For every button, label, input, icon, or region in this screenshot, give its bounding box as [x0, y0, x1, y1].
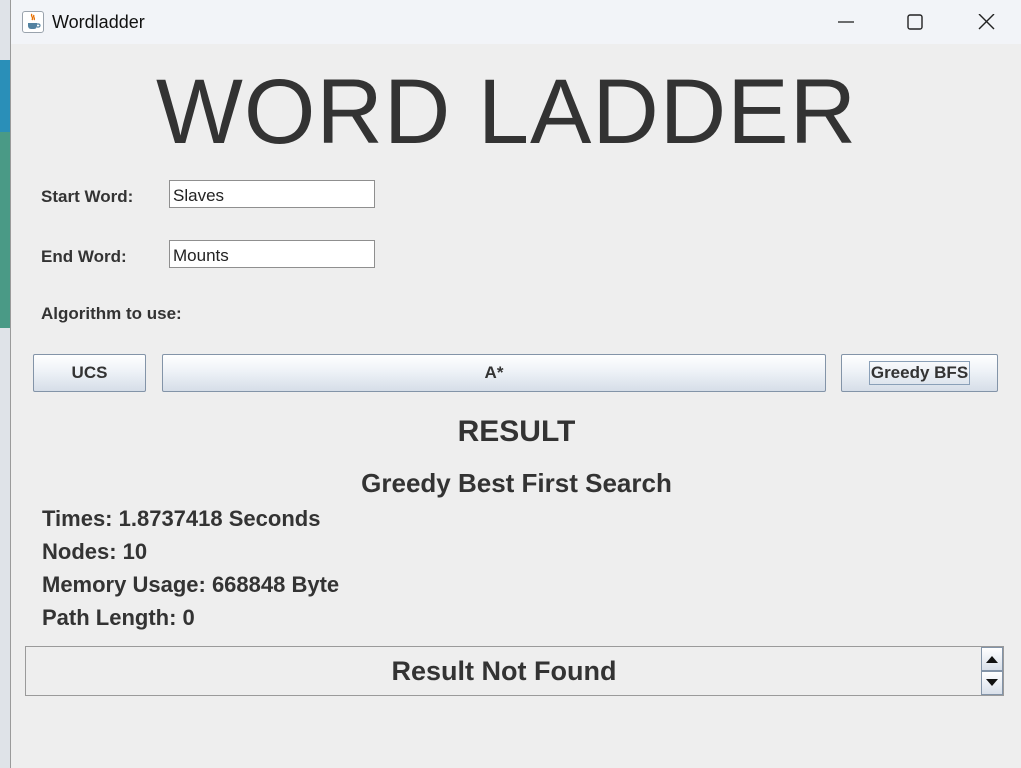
scroll-down-button[interactable]: [981, 671, 1003, 695]
window-title: Wordladder: [52, 12, 145, 32]
end-word-label: End Word:: [41, 247, 127, 266]
arrow-up-icon: [986, 656, 998, 663]
result-path-list[interactable]: Result Not Found: [25, 646, 1004, 696]
result-times: Times: 1.8737418 Seconds: [42, 506, 321, 531]
greedy-bfs-label: Greedy BFS: [868, 361, 971, 385]
result-nodes: Nodes: 10: [42, 539, 148, 564]
algorithm-label: Algorithm to use:: [41, 304, 182, 323]
title-bar[interactable]: Wordladder: [11, 0, 1021, 44]
minimize-button[interactable]: [823, 6, 869, 38]
app-heading: WORD LADDER: [156, 61, 858, 163]
app-window: Wordladder WORD LADDER Start Word: Slave…: [10, 0, 1021, 768]
result-memory: Memory Usage: 668848 Byte: [42, 572, 340, 597]
result-path-length: Path Length: 0: [42, 605, 195, 630]
close-button[interactable]: [963, 6, 1009, 38]
start-word-label: Start Word:: [41, 187, 134, 206]
arrow-down-icon: [986, 679, 998, 686]
scroll-up-button[interactable]: [981, 647, 1003, 671]
end-word-input[interactable]: Mounts: [169, 240, 375, 268]
greedy-bfs-button[interactable]: Greedy BFS: [841, 354, 998, 392]
astar-button[interactable]: A*: [162, 354, 826, 392]
result-algorithm-name: Greedy Best First Search: [361, 468, 672, 498]
ucs-button[interactable]: UCS: [33, 354, 146, 392]
java-coffee-icon: [22, 11, 44, 33]
result-message: Result Not Found: [391, 656, 617, 686]
maximize-button[interactable]: [892, 6, 938, 38]
maximize-icon: [907, 14, 923, 30]
start-word-input[interactable]: Slaves: [169, 180, 375, 208]
result-heading: RESULT: [457, 415, 576, 448]
close-icon: [978, 14, 995, 30]
main-panel: WORD LADDER Start Word: Slaves End Word:…: [11, 44, 1021, 768]
minimize-icon: [838, 21, 854, 23]
